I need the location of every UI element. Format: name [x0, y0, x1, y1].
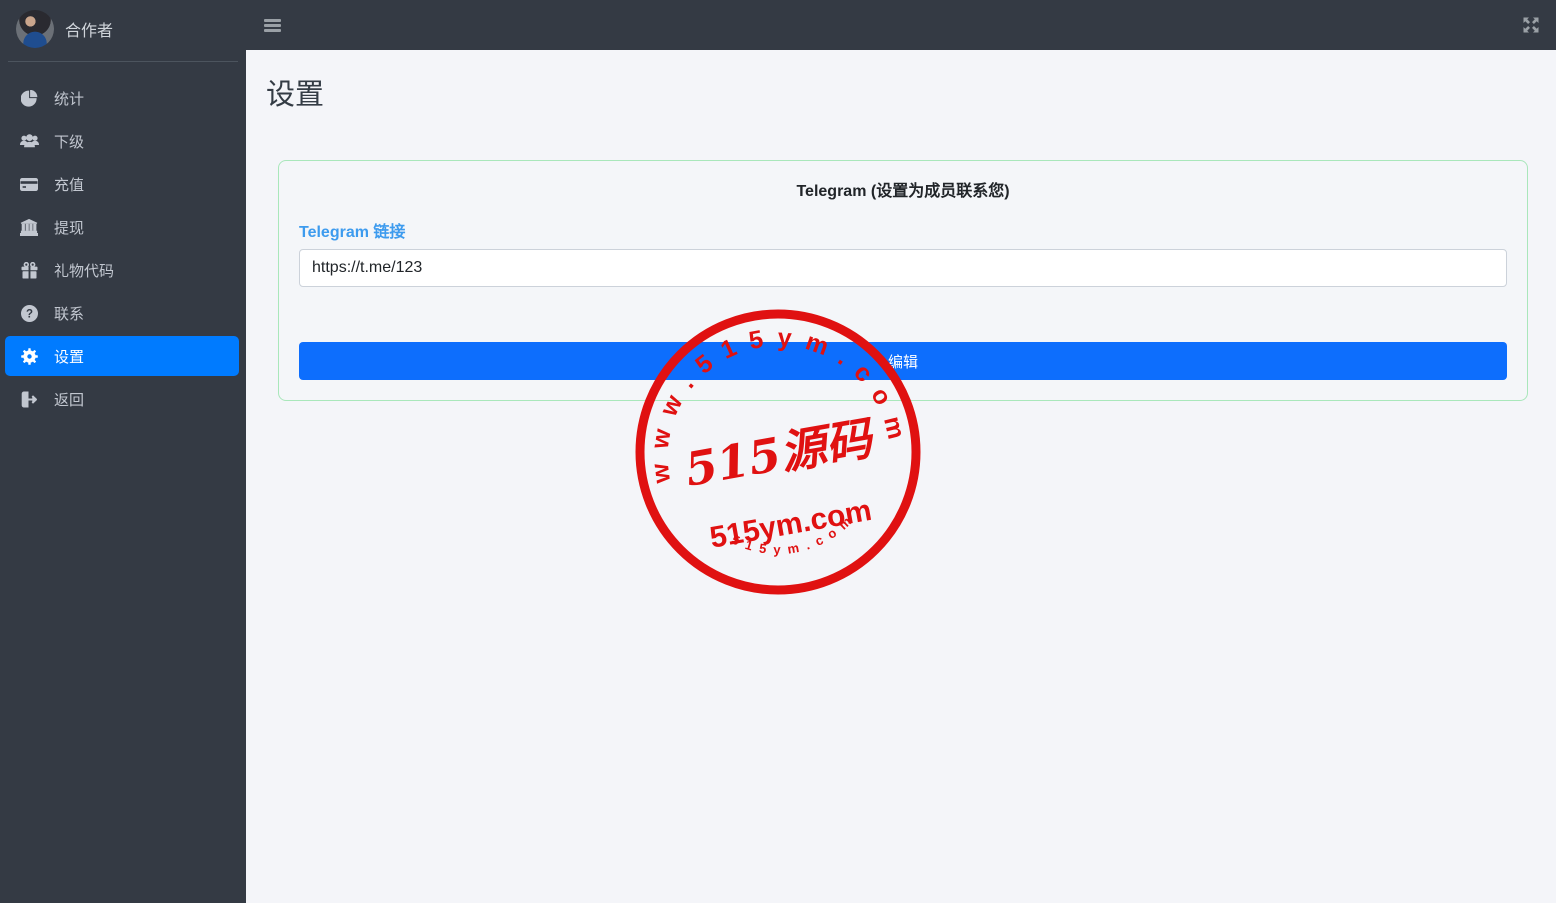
- sidebar-item-recharge[interactable]: 充值: [5, 164, 239, 204]
- avatar: [16, 10, 54, 48]
- sidebar-item-label: 统计: [54, 90, 85, 108]
- page-title: 设置: [266, 79, 325, 111]
- sidebar-item-label: 下级: [54, 133, 85, 151]
- sidebar-item-subordinates[interactable]: 下级: [5, 121, 239, 161]
- pie-chart-icon: [18, 89, 40, 107]
- sidebar-item-stats[interactable]: 统计: [5, 78, 239, 118]
- bank-icon: [18, 218, 40, 236]
- expand-arrows-icon[interactable]: [1522, 16, 1540, 34]
- credit-card-icon: [18, 175, 40, 193]
- settings-card: Telegram (设置为成员联系您) Telegram 链接 编辑: [278, 160, 1528, 401]
- edit-button[interactable]: 编辑: [299, 342, 1507, 380]
- user-panel[interactable]: 合作者: [0, 0, 246, 61]
- sidebar-item-withdraw[interactable]: 提现: [5, 207, 239, 247]
- sidebar-item-label: 联系: [54, 305, 85, 323]
- sidebar-item-giftcode[interactable]: 礼物代码: [5, 250, 239, 290]
- user-name: 合作者: [65, 23, 114, 40]
- sidebar-item-label: 充值: [54, 176, 85, 194]
- question-circle-icon: ?: [18, 304, 40, 322]
- sidebar-item-contact[interactable]: ? 联系: [5, 293, 239, 333]
- sidebar-item-settings[interactable]: 设置: [5, 336, 239, 376]
- telegram-link-input[interactable]: [299, 249, 1507, 287]
- card-header: Telegram (设置为成员联系您): [796, 183, 1010, 200]
- main-content: 设置 Telegram (设置为成员联系您) Telegram 链接 编辑: [246, 50, 1556, 903]
- sidebar-item-label: 返回: [54, 391, 85, 409]
- gift-icon: [18, 261, 40, 279]
- sidebar-item-label: 提现: [54, 219, 85, 237]
- sign-out-icon: [18, 390, 40, 408]
- sidebar: 合作者 统计 下级 充值 提现 礼物代码 ? 联系 设置 返回: [0, 0, 246, 903]
- telegram-link-label: Telegram 链接: [299, 224, 406, 241]
- gear-icon: [18, 347, 40, 365]
- svg-text:?: ?: [25, 308, 32, 320]
- users-icon: [18, 132, 40, 150]
- top-navbar: [246, 0, 1556, 50]
- sidebar-item-back[interactable]: 返回: [5, 379, 239, 419]
- hamburger-icon[interactable]: [262, 13, 283, 38]
- sidebar-item-label: 设置: [54, 348, 85, 366]
- sidebar-item-label: 礼物代码: [54, 262, 115, 280]
- sidebar-nav: 统计 下级 充值 提现 礼物代码 ? 联系 设置 返回: [0, 62, 246, 419]
